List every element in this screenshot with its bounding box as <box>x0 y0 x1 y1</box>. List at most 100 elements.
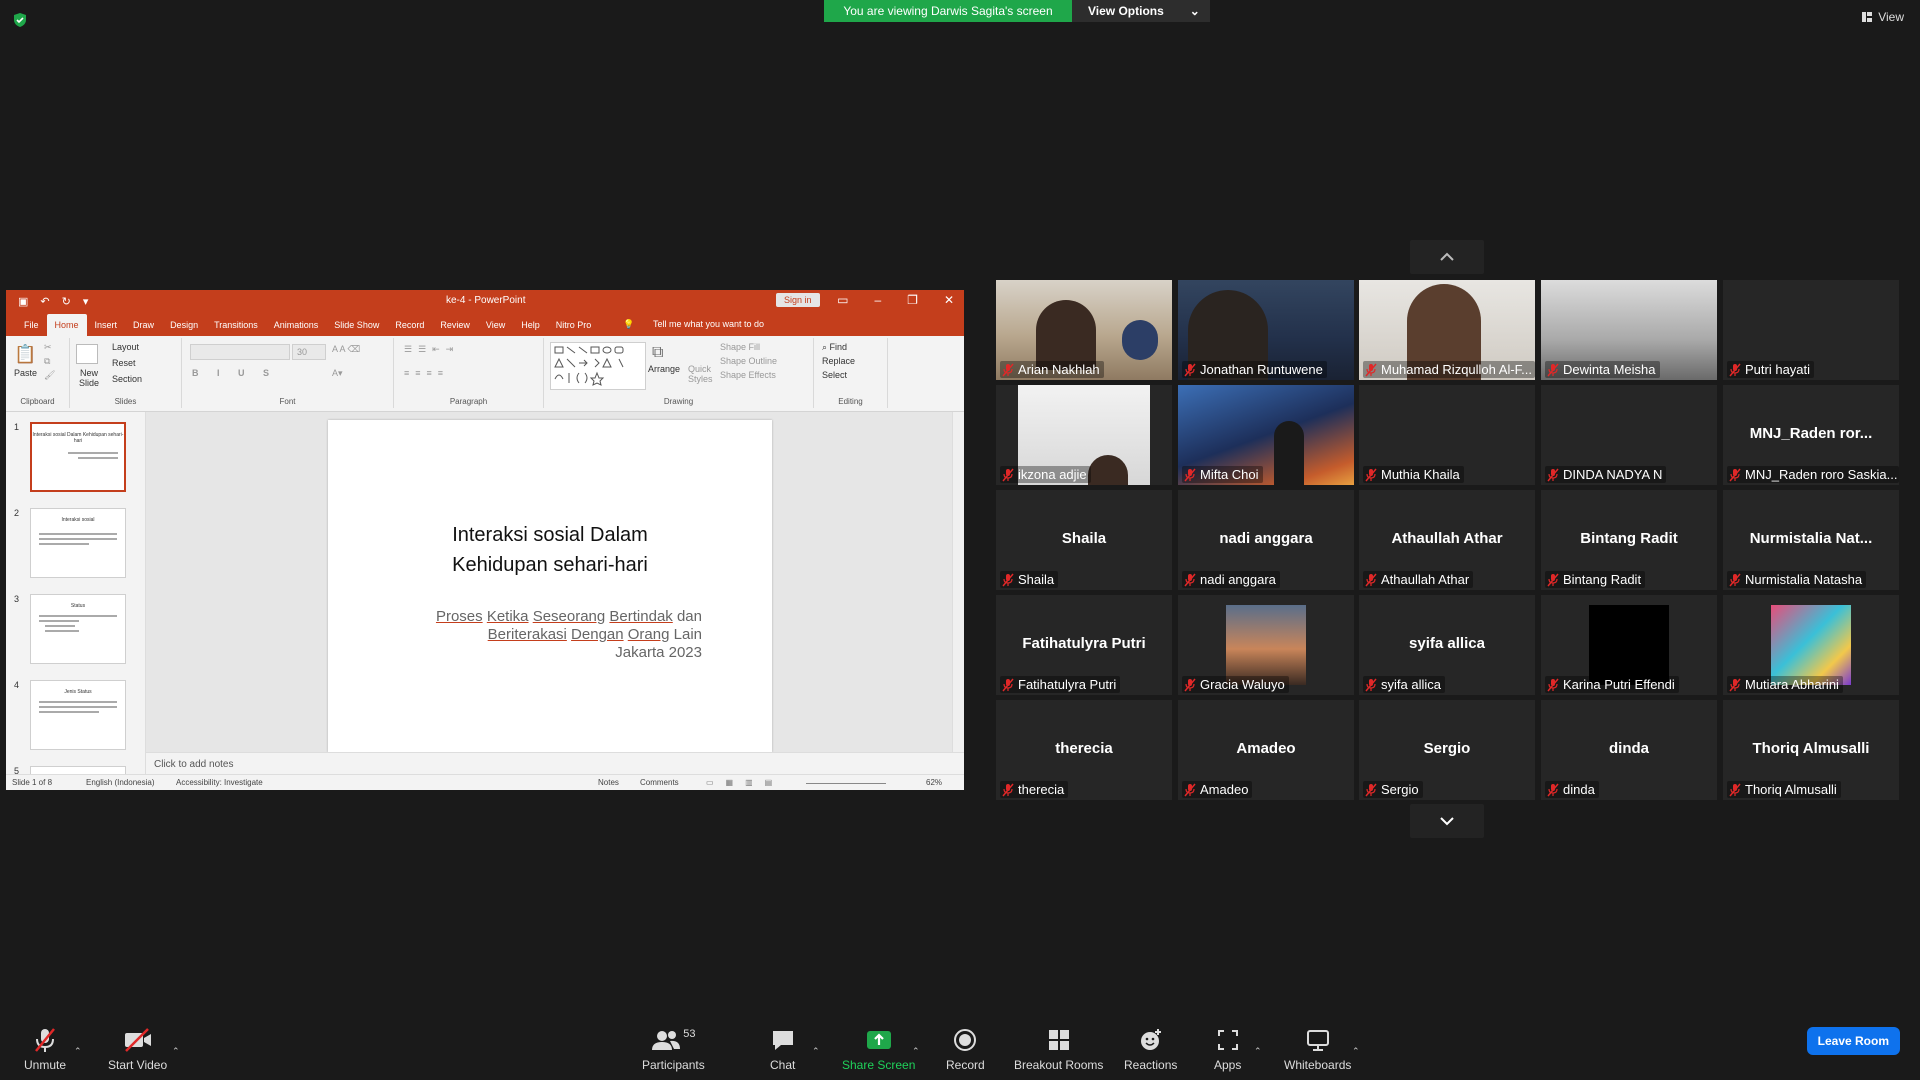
participant-tile[interactable]: Arian Nakhlah <box>996 280 1172 380</box>
align-icons[interactable]: ≡≡≡≡ <box>404 368 449 378</box>
participant-tile[interactable]: ikzona adjie <box>996 385 1172 485</box>
redo-icon[interactable]: ↻ <box>62 295 71 308</box>
zoom-level[interactable]: 62% <box>926 778 942 787</box>
participant-tile[interactable]: Muthia Khaila <box>1359 385 1535 485</box>
reactions-button[interactable]: Reactions <box>1124 1026 1177 1072</box>
shape-effects-button[interactable]: Shape Effects <box>720 370 776 380</box>
participant-tile[interactable]: Sergio Sergio <box>1359 700 1535 800</box>
notes-toggle[interactable]: Notes <box>598 778 619 787</box>
breakout-rooms-button[interactable]: Breakout Rooms <box>1014 1026 1103 1072</box>
security-shield-icon[interactable] <box>12 12 28 28</box>
whiteboard-options-caret[interactable]: ⌃ <box>1352 1046 1360 1057</box>
save-icon[interactable]: ▣ <box>18 295 28 308</box>
unmute-button[interactable]: Unmute <box>24 1026 66 1072</box>
participant-tile[interactable]: dinda dinda <box>1541 700 1717 800</box>
font-name-box[interactable] <box>190 344 290 360</box>
shape-outline-button[interactable]: Shape Outline <box>720 356 777 366</box>
participant-tile[interactable]: Nurmistalia Nat... Nurmistalia Natasha <box>1723 490 1899 590</box>
tab-draw[interactable]: Draw <box>125 320 162 336</box>
slide-thumb-5[interactable] <box>30 766 126 774</box>
arrange-button[interactable]: Arrange <box>648 364 680 374</box>
audio-options-caret[interactable]: ⌃ <box>74 1046 82 1057</box>
tab-view[interactable]: View <box>478 320 513 336</box>
tab-file[interactable]: File <box>16 320 47 336</box>
shapes-gallery[interactable] <box>550 342 646 390</box>
view-mode-icons[interactable]: ▭▦▥▤ <box>706 778 784 787</box>
arrange-icon[interactable]: ⧉ <box>652 344 663 362</box>
participant-tile[interactable]: Gracia Waluyo <box>1178 595 1354 695</box>
gallery-next-button[interactable] <box>1410 804 1484 838</box>
format-painter-icon[interactable]: 🖌 <box>44 370 55 381</box>
slide-thumbnails[interactable]: 1 Interaksi sosial Dalam Kehidupan sehar… <box>6 412 146 774</box>
font-grow-icon[interactable]: A A ⌫ <box>332 344 360 355</box>
copy-icon[interactable]: ⧉ <box>44 356 50 367</box>
minimize-icon[interactable]: – <box>874 293 881 307</box>
tab-transitions[interactable]: Transitions <box>206 320 266 336</box>
find-button[interactable]: ⌕ Find <box>822 342 847 353</box>
comments-toggle[interactable]: Comments <box>640 778 679 787</box>
slide-canvas[interactable]: Interaksi sosial Dalam Kehidupan sehari-… <box>146 412 964 774</box>
font-size-box[interactable]: 30 <box>292 344 326 360</box>
whiteboards-button[interactable]: Whiteboards <box>1284 1026 1351 1072</box>
customize-icon[interactable]: ▾ <box>83 295 89 308</box>
tab-home[interactable]: Home <box>46 314 87 336</box>
participant-tile[interactable]: Amadeo Amadeo <box>1178 700 1354 800</box>
ribbon-display-icon[interactable]: ▭ <box>837 293 848 307</box>
record-button[interactable]: Record <box>946 1026 985 1072</box>
layout-button[interactable]: Layout <box>112 342 139 352</box>
slide-thumb-4[interactable]: Jenis Status <box>30 680 126 750</box>
sign-in-button[interactable]: Sign in <box>776 293 820 307</box>
participant-tile[interactable]: Karina Putri Effendi <box>1541 595 1717 695</box>
slide-thumb-2[interactable]: Interaksi sosial <box>30 508 126 578</box>
participant-tile[interactable]: Fatihatulyra Putri Fatihatulyra Putri <box>996 595 1172 695</box>
apps-options-caret[interactable]: ⌃ <box>1254 1046 1262 1057</box>
video-options-caret[interactable]: ⌃ <box>172 1046 180 1057</box>
participant-tile[interactable]: Muhamad Rizqulloh Al-F... <box>1359 280 1535 380</box>
participant-tile[interactable]: MNJ_Raden ror... MNJ_Raden roro Saskia... <box>1723 385 1899 485</box>
participants-button[interactable]: 53 Participants <box>642 1026 705 1072</box>
gallery-prev-button[interactable] <box>1410 240 1484 274</box>
tell-me-search[interactable]: 💡 Tell me what you want to do <box>607 319 780 336</box>
cut-icon[interactable]: ✂ <box>44 342 52 353</box>
tab-design[interactable]: Design <box>162 320 206 336</box>
maximize-icon[interactable]: ❐ <box>907 293 918 307</box>
accessibility-status[interactable]: Accessibility: Investigate <box>176 778 263 787</box>
vertical-scrollbar[interactable] <box>952 412 964 752</box>
select-button[interactable]: Select <box>822 370 847 380</box>
tab-animations[interactable]: Animations <box>266 320 327 336</box>
tab-slide-show[interactable]: Slide Show <box>326 320 387 336</box>
view-options-button[interactable]: View Options ⌄ <box>1072 0 1210 22</box>
tab-record[interactable]: Record <box>387 320 432 336</box>
participant-tile[interactable]: Mutiara Abharini <box>1723 595 1899 695</box>
current-slide[interactable]: Interaksi sosial Dalam Kehidupan sehari-… <box>328 420 772 752</box>
slide-subtitle[interactable]: Proses Ketika Seseorang Bertindak dan Be… <box>436 608 702 662</box>
leave-room-button[interactable]: Leave Room <box>1806 1027 1900 1055</box>
slide-thumb-1[interactable]: Interaksi sosial Dalam Kehidupan sehari-… <box>30 422 126 492</box>
paste-button[interactable]: Paste <box>14 368 37 378</box>
language-indicator[interactable]: English (Indonesia) <box>86 778 154 787</box>
share-screen-button[interactable]: Share Screen <box>842 1026 915 1072</box>
share-options-caret[interactable]: ⌃ <box>912 1046 920 1057</box>
tab-review[interactable]: Review <box>432 320 478 336</box>
zoom-slider[interactable] <box>806 783 886 784</box>
slide-thumb-3[interactable]: Status <box>30 594 126 664</box>
chat-button[interactable]: Chat <box>770 1026 795 1072</box>
section-button[interactable]: Section <box>112 374 142 384</box>
participant-tile[interactable]: Athaullah Athar Athaullah Athar <box>1359 490 1535 590</box>
apps-button[interactable]: Apps <box>1214 1026 1241 1072</box>
participant-tile[interactable]: Dewinta Meisha <box>1541 280 1717 380</box>
start-video-button[interactable]: Start Video <box>108 1026 167 1072</box>
new-slide-icon[interactable] <box>76 344 98 364</box>
paste-icon[interactable]: 📋 <box>14 344 36 365</box>
list-icons[interactable]: ☰☰⇤⇥ <box>404 344 459 355</box>
participant-tile[interactable]: therecia therecia <box>996 700 1172 800</box>
participant-tile[interactable]: Bintang Radit Bintang Radit <box>1541 490 1717 590</box>
participant-tile[interactable]: Mifta Choi <box>1178 385 1354 485</box>
quick-styles-button[interactable]: Quick Styles <box>688 364 713 384</box>
chat-options-caret[interactable]: ⌃ <box>812 1046 820 1057</box>
participant-tile[interactable]: DINDA NADYA N <box>1541 385 1717 485</box>
tab-help[interactable]: Help <box>513 320 548 336</box>
font-color-icon[interactable]: A▾ <box>332 368 343 379</box>
notes-pane[interactable]: Click to add notes <box>146 752 964 774</box>
replace-button[interactable]: Replace <box>822 356 855 366</box>
